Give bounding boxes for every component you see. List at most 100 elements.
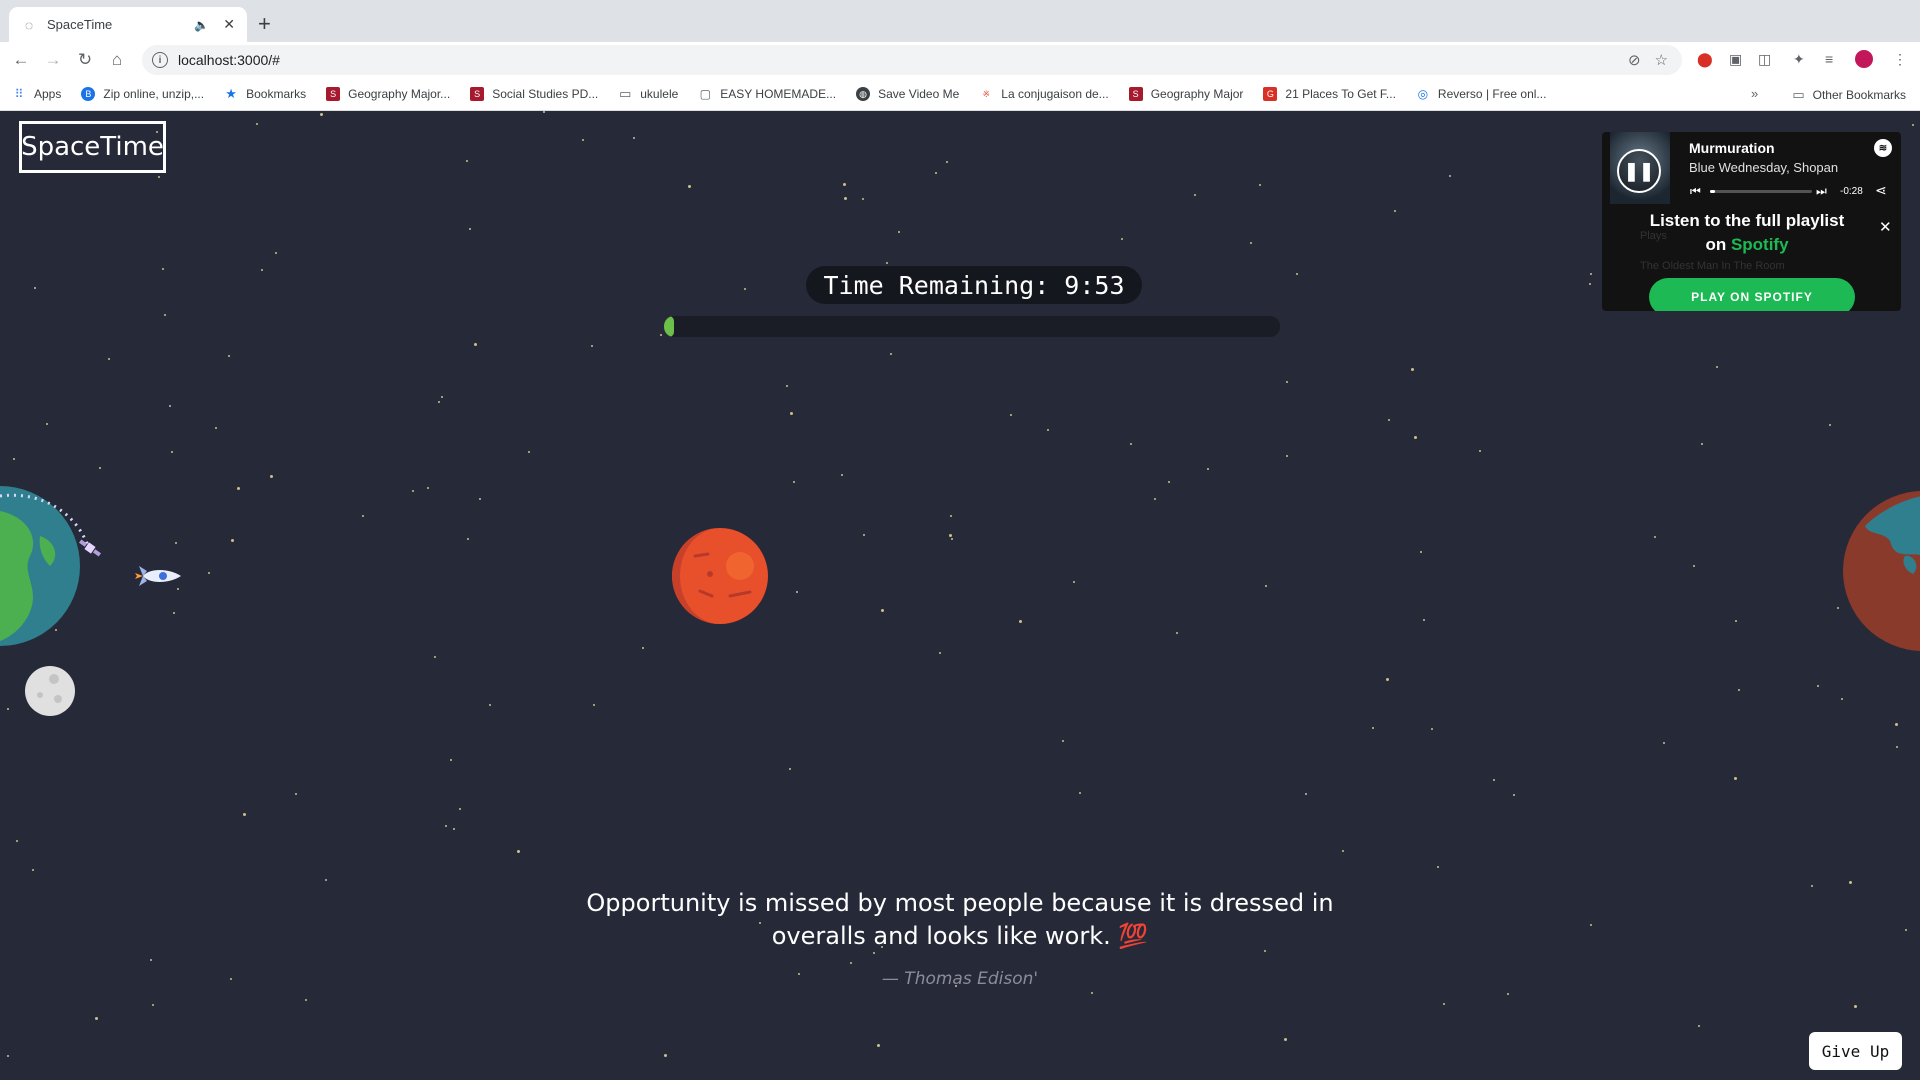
new-tab-button[interactable]: + bbox=[258, 12, 271, 36]
star bbox=[1493, 779, 1495, 781]
star bbox=[1265, 585, 1267, 587]
profile-avatar[interactable] bbox=[1855, 50, 1873, 68]
star bbox=[1207, 468, 1209, 470]
previous-track-icon[interactable]: ⏮ bbox=[1690, 184, 1701, 199]
star bbox=[7, 1055, 9, 1057]
pause-icon[interactable]: ❚❚ bbox=[1617, 149, 1661, 193]
star bbox=[270, 475, 273, 478]
bookmark-bookmarks[interactable]: ★ Bookmarks bbox=[224, 86, 306, 101]
star bbox=[1437, 866, 1439, 868]
star bbox=[1296, 273, 1298, 275]
star bbox=[438, 401, 440, 403]
bookmark-reverso[interactable]: ◎ Reverso | Free onl... bbox=[1416, 87, 1547, 101]
star bbox=[305, 999, 307, 1001]
apps-grid-icon: ⠿ bbox=[14, 87, 24, 101]
sfu-icon: S bbox=[470, 87, 485, 101]
star bbox=[1388, 419, 1390, 421]
star bbox=[1079, 792, 1081, 794]
star bbox=[237, 487, 240, 490]
star bbox=[1701, 443, 1703, 445]
star bbox=[171, 451, 173, 453]
zip-icon: B bbox=[81, 87, 96, 101]
spotify-cta-text: Listen to the full playlist on Spotify bbox=[1649, 211, 1845, 254]
star bbox=[295, 793, 297, 795]
give-up-button[interactable]: Give Up bbox=[1809, 1032, 1902, 1070]
star bbox=[427, 487, 429, 489]
track-artist[interactable]: Blue Wednesday, Shopan bbox=[1689, 160, 1838, 175]
star bbox=[1817, 685, 1819, 687]
track-title[interactable]: Murmuration bbox=[1689, 140, 1775, 156]
star bbox=[582, 139, 584, 141]
bookmark-conjugaison[interactable]: ※ La conjugaison de... bbox=[979, 87, 1108, 101]
star bbox=[325, 879, 327, 881]
address-bar[interactable]: i localhost:3000/# ⊘ ☆ bbox=[142, 45, 1682, 75]
bookmark-social-studies[interactable]: S Social Studies PD... bbox=[470, 87, 598, 101]
star bbox=[275, 252, 277, 254]
globe-icon: ◍ bbox=[856, 87, 871, 101]
star bbox=[1414, 436, 1417, 439]
star bbox=[517, 850, 520, 853]
browser-tabstrip: ◌ SpaceTime 🔈 ✕ + bbox=[0, 0, 1920, 42]
puzzle-extensions-icon[interactable]: ✦ bbox=[1793, 51, 1805, 68]
bookmark-21-places[interactable]: G 21 Places To Get F... bbox=[1263, 87, 1396, 101]
share-icon[interactable]: ⋖ bbox=[1875, 182, 1887, 199]
star bbox=[173, 612, 175, 614]
home-icon[interactable]: ⌂ bbox=[105, 48, 129, 72]
star bbox=[1250, 242, 1252, 244]
star bbox=[1423, 619, 1425, 621]
forward-arrow-icon[interactable]: → bbox=[41, 48, 65, 72]
folder-icon: ▭ bbox=[619, 86, 632, 101]
star bbox=[543, 111, 545, 113]
media-queue-icon[interactable]: ≡ bbox=[1825, 51, 1833, 67]
sfu-icon: S bbox=[326, 87, 341, 101]
star bbox=[243, 813, 246, 816]
bookmark-star-icon[interactable]: ☆ bbox=[1655, 51, 1668, 69]
star bbox=[1479, 450, 1481, 452]
star bbox=[591, 345, 593, 347]
menu-kebab-icon[interactable]: ⋮ bbox=[1893, 51, 1907, 68]
star bbox=[474, 343, 477, 346]
bookmark-geography-major-2[interactable]: S Geography Major bbox=[1128, 87, 1243, 101]
close-icon[interactable]: ✕ bbox=[223, 16, 235, 33]
bookmark-zip[interactable]: B Zip online, unzip,... bbox=[81, 87, 204, 101]
translate-icon[interactable]: ⊘ bbox=[1628, 51, 1641, 69]
star bbox=[1735, 620, 1737, 622]
reload-icon[interactable]: ↻ bbox=[73, 48, 97, 72]
site-info-icon[interactable]: i bbox=[152, 52, 168, 68]
browser-tab[interactable]: ◌ SpaceTime 🔈 ✕ bbox=[9, 7, 247, 42]
bookmark-apps[interactable]: ⠿ Apps bbox=[12, 87, 62, 101]
speaker-icon[interactable]: 🔈 bbox=[194, 18, 209, 32]
star bbox=[208, 572, 210, 574]
star bbox=[1734, 777, 1737, 780]
app-logo[interactable]: SpaceTime bbox=[19, 121, 166, 173]
track-progress-bar[interactable] bbox=[1710, 190, 1812, 193]
star bbox=[1513, 794, 1515, 796]
star bbox=[1176, 632, 1178, 634]
bookmark-save-video[interactable]: ◍ Save Video Me bbox=[856, 87, 959, 101]
play-on-spotify-button[interactable]: PLAY ON SPOTIFY bbox=[1649, 278, 1855, 311]
star bbox=[796, 591, 798, 593]
star bbox=[1507, 993, 1509, 995]
spotify-logo-icon[interactable]: ≋ bbox=[1874, 139, 1892, 157]
opera-extension-icon[interactable]: ⬤ bbox=[1697, 51, 1713, 68]
close-icon[interactable]: ✕ bbox=[1879, 218, 1892, 236]
bookmark-geography-major-1[interactable]: S Geography Major... bbox=[326, 87, 450, 101]
bookmark-easy-homemade[interactable]: ▢ EASY HOMEMADE... bbox=[698, 87, 836, 101]
next-track-icon[interactable]: ⏭ bbox=[1816, 184, 1827, 199]
folder-icon: ▭ bbox=[1792, 86, 1805, 102]
bookmarks-overflow-chevron-icon[interactable]: » bbox=[1751, 86, 1758, 101]
star bbox=[1420, 551, 1422, 553]
star bbox=[1590, 924, 1592, 926]
star bbox=[1047, 429, 1049, 431]
bookmark-ukulele[interactable]: ▭ ukulele bbox=[618, 86, 678, 101]
extension-k-icon[interactable]: ▣ bbox=[1729, 51, 1742, 68]
star bbox=[1019, 620, 1022, 623]
extension-np-icon[interactable]: ◫ bbox=[1758, 51, 1771, 68]
back-arrow-icon[interactable]: ← bbox=[9, 48, 33, 72]
url-text[interactable]: localhost:3000/# bbox=[178, 52, 1628, 68]
other-bookmarks[interactable]: ▭ Other Bookmarks bbox=[1792, 78, 1906, 111]
star bbox=[32, 869, 34, 871]
star bbox=[664, 1054, 667, 1057]
satellite-icon bbox=[79, 539, 101, 557]
rocket-icon bbox=[135, 566, 181, 586]
